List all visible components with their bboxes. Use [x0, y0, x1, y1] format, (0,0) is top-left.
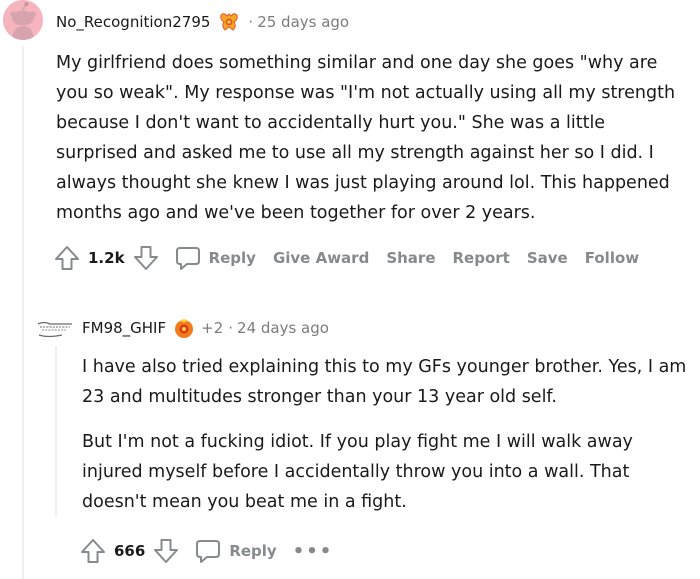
share-button[interactable]: Share	[386, 249, 435, 267]
report-button[interactable]: Report	[453, 249, 510, 267]
avatar[interactable]	[36, 318, 74, 340]
vote-score: 666	[114, 542, 146, 560]
award-count[interactable]: +2	[201, 318, 223, 338]
downvote-arrow-icon[interactable]	[133, 245, 159, 271]
give-award-button[interactable]: Give Award	[273, 249, 369, 267]
award-icon[interactable]	[218, 11, 240, 33]
comment-body: My girlfriend does something similar and…	[56, 48, 676, 228]
avatar[interactable]	[3, 0, 43, 40]
downvote-arrow-icon[interactable]	[153, 538, 179, 564]
more-options-icon[interactable]: •••	[293, 541, 334, 562]
comment-timestamp[interactable]: 24 days ago	[237, 318, 329, 338]
thread-line[interactable]	[22, 46, 24, 579]
upvote-arrow-icon[interactable]	[80, 538, 106, 564]
comment-timestamp[interactable]: 25 days ago	[257, 12, 349, 32]
award-icon[interactable]	[173, 317, 195, 339]
comment-author[interactable]: No_Recognition2795	[56, 12, 210, 32]
save-button[interactable]: Save	[527, 249, 568, 267]
meta-separator: ·	[228, 319, 234, 337]
vote-score: 1.2k	[88, 249, 125, 267]
reply-button[interactable]: Reply	[175, 245, 256, 271]
reply-label: Reply	[229, 542, 277, 560]
comment-author[interactable]: FM98_GHIF	[82, 318, 166, 338]
snoo-avatar-icon	[3, 0, 43, 40]
comment-meta: FM98_GHIF +2 · 24 days ago	[82, 317, 329, 339]
comment-paragraph: But I'm not a fucking idiot. If you play…	[82, 432, 633, 512]
comment-actions: 666 Reply •••	[80, 537, 333, 565]
thread-line[interactable]	[55, 346, 57, 516]
comment-paragraph: I have also tried explaining this to my …	[82, 357, 687, 407]
speech-bubble-icon	[196, 540, 221, 563]
comment-body: I have also tried explaining this to my …	[82, 352, 692, 532]
upvote-arrow-icon[interactable]	[54, 245, 80, 271]
comment-actions: 1.2k Reply Give Award Share Report Save …	[54, 244, 639, 272]
comment-paragraph: My girlfriend does something similar and…	[56, 53, 676, 223]
reply-label: Reply	[208, 249, 256, 267]
speech-bubble-icon	[175, 247, 200, 270]
reply-button[interactable]: Reply	[195, 538, 277, 564]
snoo-avatar-icon	[37, 321, 72, 338]
follow-button[interactable]: Follow	[585, 249, 639, 267]
meta-separator: ·	[248, 13, 254, 31]
comment-meta: No_Recognition2795 · 25 days ago	[56, 11, 349, 33]
